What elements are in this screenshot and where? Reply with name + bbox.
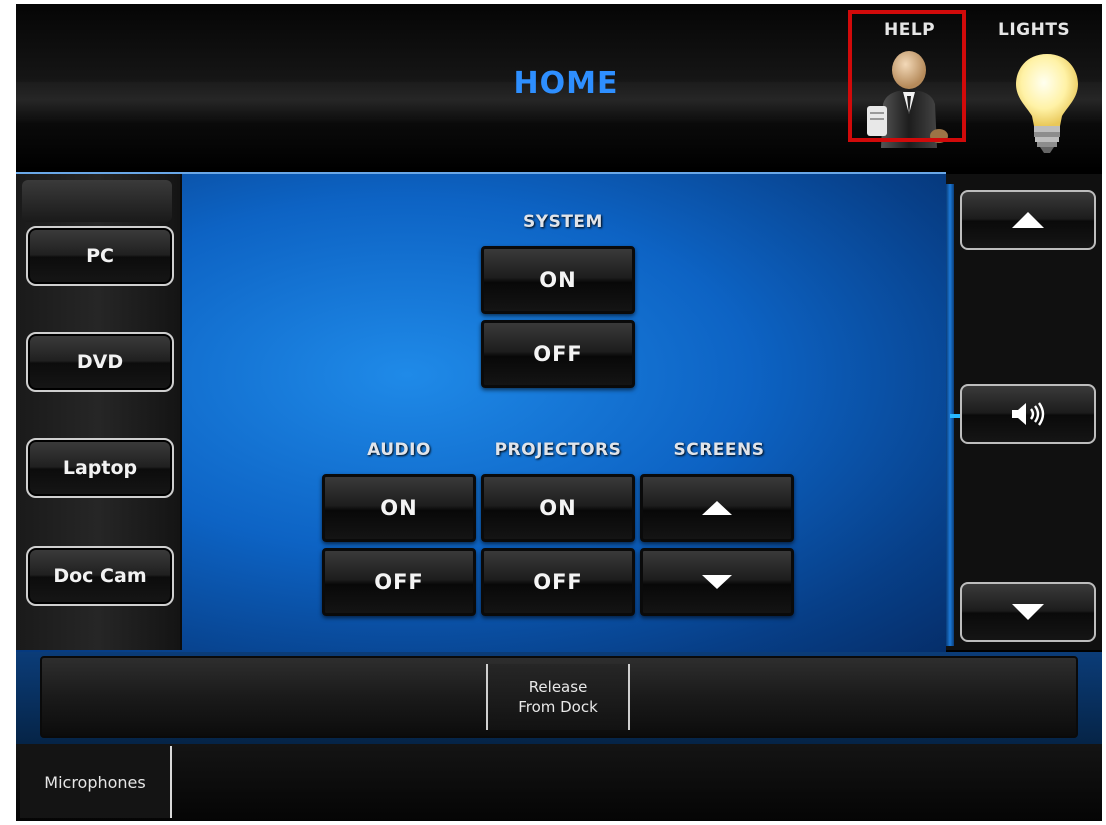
source-doc-cam-button[interactable]: Doc Cam [26, 546, 174, 606]
light-bulb-icon[interactable] [1012, 50, 1082, 156]
projectors-label: PROJECTORS [494, 440, 622, 460]
release-label-line2: From Dock [518, 698, 598, 716]
screens-up-button[interactable] [640, 474, 794, 542]
volume-level-marker [950, 414, 960, 418]
source-laptop-button[interactable]: Laptop [26, 438, 174, 498]
source-dvd-button[interactable]: DVD [26, 332, 174, 392]
volume-up-button[interactable] [960, 190, 1096, 250]
system-on-button[interactable]: ON [481, 246, 635, 314]
system-label: SYSTEM [523, 212, 603, 232]
audio-label: AUDIO [367, 440, 431, 460]
volume-down-button[interactable] [960, 582, 1096, 642]
release-from-dock-button[interactable]: Release From Dock [486, 664, 630, 730]
help-highlight-box [848, 10, 966, 142]
screens-down-button[interactable] [640, 548, 794, 616]
source-pc-button[interactable]: PC [26, 226, 174, 286]
triangle-up-icon [1012, 212, 1044, 228]
control-panel: HOME HELP LIGHTS PC DVD Laptop Doc Cam S… [16, 4, 1102, 821]
triangle-up-icon [702, 501, 732, 515]
lights-label: LIGHTS [998, 20, 1071, 40]
triangle-down-icon [702, 575, 732, 589]
audio-off-button[interactable]: OFF [322, 548, 476, 616]
projectors-off-button[interactable]: OFF [481, 548, 635, 616]
sidebar-top-shade [22, 180, 172, 222]
system-off-button[interactable]: OFF [481, 320, 635, 388]
page-title: HOME [513, 66, 619, 101]
volume-mute-button[interactable] [960, 384, 1096, 444]
audio-on-button[interactable]: ON [322, 474, 476, 542]
screens-label: SCREENS [673, 440, 765, 460]
footer-bar [16, 744, 1102, 821]
release-label-line1: Release [528, 678, 588, 696]
speaker-icon [1012, 402, 1045, 426]
microphones-tab[interactable]: Microphones [20, 746, 172, 818]
triangle-down-icon [1012, 604, 1044, 620]
projectors-on-button[interactable]: ON [481, 474, 635, 542]
